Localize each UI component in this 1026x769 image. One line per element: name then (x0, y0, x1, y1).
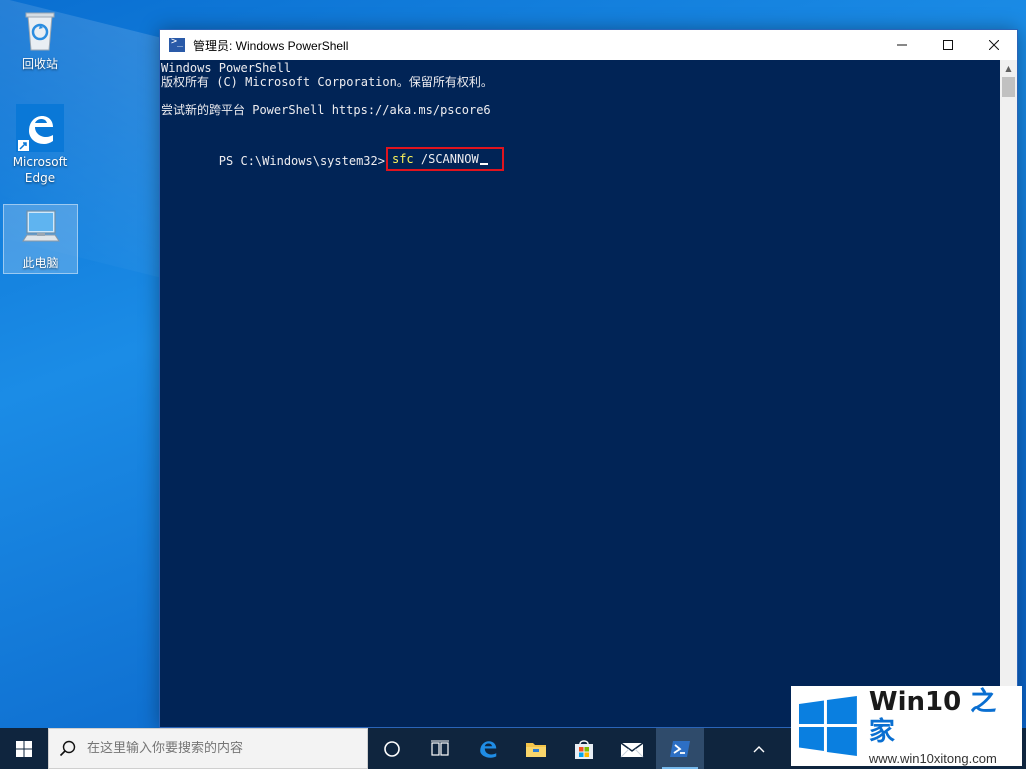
cortana-button[interactable] (368, 728, 416, 769)
window-controls (879, 30, 1017, 60)
tray-overflow-button[interactable] (744, 728, 774, 769)
watermark-text: Win10 之家 www.win10xitong.com (869, 687, 1022, 766)
vertical-scrollbar[interactable]: ▲ ▼ (1000, 60, 1017, 727)
command-name: sfc (391, 152, 414, 166)
close-icon (989, 40, 999, 50)
desktop-icon-label: 此电脑 (22, 256, 59, 270)
scroll-up-arrow-icon[interactable]: ▲ (1000, 60, 1017, 77)
edge-icon (16, 104, 64, 152)
taskbar-file-explorer[interactable] (512, 728, 560, 769)
taskbar-mail[interactable] (608, 728, 656, 769)
console-line: 版权所有 (C) Microsoft Corporation。保留所有权利。 (161, 75, 493, 89)
prompt-line: PS C:\Windows\system32> sfc /SCANNOW (161, 131, 999, 171)
desktop: 回收站 Microsoft Edge 此电脑 管 (0, 0, 1026, 728)
cortana-icon (384, 740, 400, 757)
powershell-window: 管理员: Windows PowerShell Windows PowerShe… (159, 29, 1018, 728)
minimize-button[interactable] (879, 30, 925, 60)
mail-icon (620, 741, 644, 757)
desktop-icon-label: Microsoft Edge (12, 155, 68, 185)
watermark-url: www.win10xitong.com (868, 750, 997, 766)
windows-logo-icon (16, 740, 32, 757)
store-icon (575, 739, 593, 759)
close-button[interactable] (971, 30, 1017, 60)
highlighted-command[interactable]: sfc /SCANNOW (385, 147, 504, 171)
watermark: Win10 之家 www.win10xitong.com (791, 686, 1022, 766)
powershell-icon (670, 740, 690, 757)
task-view-button[interactable] (416, 728, 464, 769)
command-args: /SCANNOW (413, 152, 479, 166)
taskbar-powershell[interactable] (656, 728, 704, 769)
task-view-icon (431, 740, 449, 756)
search-input[interactable] (87, 741, 347, 756)
computer-icon (17, 205, 65, 253)
file-explorer-icon (526, 742, 546, 757)
taskbar-store[interactable] (560, 728, 608, 769)
taskbar-search[interactable] (48, 728, 368, 769)
edge-icon (480, 740, 497, 758)
console-line: 尝试新的跨平台 PowerShell https://aka.ms/pscore… (161, 103, 491, 117)
chevron-up-icon (753, 745, 765, 752)
desktop-icon-edge[interactable]: Microsoft Edge (2, 104, 78, 194)
powershell-icon (169, 36, 185, 52)
scroll-thumb[interactable] (1002, 77, 1015, 97)
recycle-bin-icon (16, 6, 64, 54)
watermark-title-win10: Win10 (868, 686, 962, 717)
maximize-icon (943, 40, 953, 50)
console-prompt: PS C:\Windows\system32> (218, 154, 385, 168)
taskbar-edge[interactable] (464, 728, 512, 769)
maximize-button[interactable] (925, 30, 971, 60)
minimize-icon (897, 44, 907, 46)
desktop-icon-this-pc[interactable]: 此电脑 (3, 204, 78, 274)
watermark-title: Win10 之家 (869, 687, 1022, 747)
search-icon (59, 740, 76, 756)
start-button[interactable] (0, 728, 48, 769)
desktop-icon-recycle-bin[interactable]: 回收站 (2, 6, 78, 76)
window-title: 管理员: Windows PowerShell (193, 38, 349, 53)
windows-logo-icon (798, 696, 857, 756)
title-bar[interactable]: 管理员: Windows PowerShell (160, 30, 1017, 60)
console-output[interactable]: Windows PowerShell 版权所有 (C) Microsoft Co… (160, 60, 1000, 727)
desktop-icon-label: 回收站 (21, 57, 58, 71)
text-cursor (479, 163, 488, 165)
console-line: Windows PowerShell (161, 61, 292, 75)
